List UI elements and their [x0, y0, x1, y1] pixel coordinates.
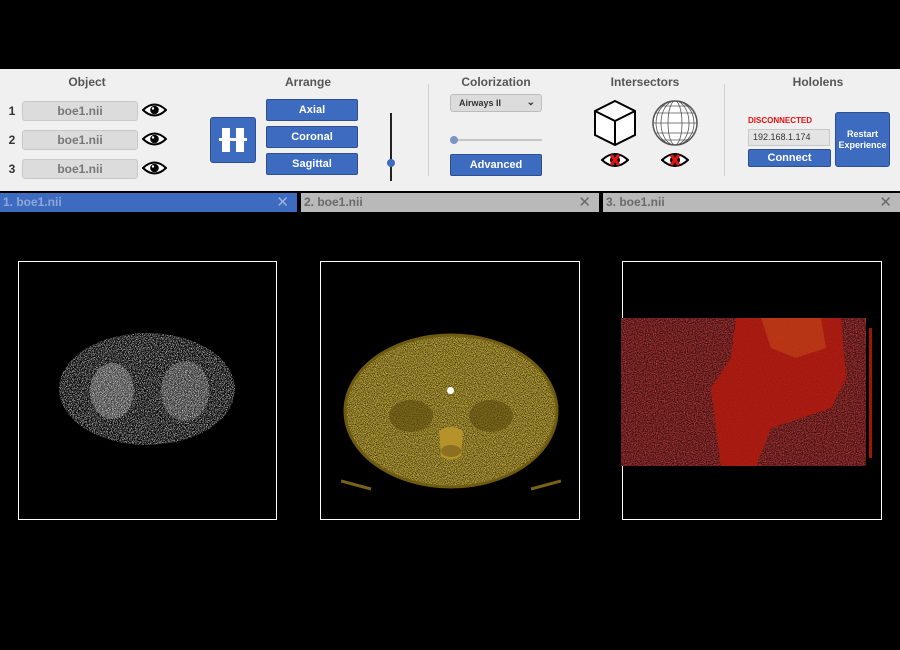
- close-icon[interactable]: ✕: [578, 193, 591, 212]
- section-divider: [724, 84, 725, 176]
- viewport-title: 3. boe1.nii: [606, 195, 665, 209]
- intersectors-section-title: Intersectors: [610, 75, 680, 89]
- viewport-2[interactable]: 2. boe1.nii ✕: [301, 193, 599, 567]
- object-name-field[interactable]: boe1.nii: [22, 101, 138, 121]
- sagittal-scan-image: [621, 318, 872, 466]
- restart-label-line2: Experience: [838, 140, 887, 150]
- eye-icon[interactable]: [142, 102, 167, 118]
- sagittal-button[interactable]: Sagittal: [266, 153, 358, 175]
- restart-label-line1: Restart: [846, 129, 878, 139]
- arrange-vertical-slider[interactable]: [387, 113, 395, 181]
- viewport-1[interactable]: 1. boe1.nii ✕: [0, 193, 297, 567]
- arrange-section-title: Arrange: [284, 75, 331, 89]
- slider-track: [390, 113, 392, 181]
- coronal-button[interactable]: Coronal: [266, 126, 358, 148]
- eye-hidden-icon[interactable]: [601, 151, 629, 169]
- chevron-down-icon: ⌄: [526, 97, 535, 108]
- eye-hidden-icon[interactable]: [661, 151, 689, 169]
- hololens-section-title: Hololens: [792, 75, 844, 89]
- close-icon[interactable]: ✕: [276, 193, 289, 212]
- object-name-field[interactable]: boe1.nii: [22, 159, 138, 179]
- eye-icon[interactable]: [142, 131, 167, 147]
- colorization-preset-value: Airways II: [459, 98, 502, 108]
- eye-icon[interactable]: [142, 160, 167, 176]
- close-icon[interactable]: ✕: [879, 193, 892, 212]
- object-row-number: 3: [8, 162, 16, 176]
- object-row-number: 2: [8, 133, 16, 147]
- object-section-title: Object: [68, 75, 106, 89]
- restart-experience-button[interactable]: Restart Experience: [835, 112, 890, 167]
- connection-status-label: DISCONNECTED: [748, 116, 813, 125]
- slider-handle[interactable]: [450, 136, 458, 144]
- slider-handle[interactable]: [387, 159, 395, 167]
- abdomen-scan-image: [341, 333, 561, 491]
- colorization-section-title: Colorization: [461, 75, 531, 89]
- slider-track: [450, 139, 542, 141]
- colorization-preset-select[interactable]: Airways II ⌄: [450, 94, 542, 112]
- object-name-field[interactable]: boe1.nii: [22, 130, 138, 150]
- ip-address-input[interactable]: 192.168.1.174: [748, 129, 830, 146]
- viewport-3[interactable]: 3. boe1.nii ✕: [603, 193, 900, 567]
- crosshair-point[interactable]: [447, 387, 454, 394]
- colorization-slider[interactable]: [450, 136, 542, 144]
- viewport-header: 2. boe1.nii ✕: [301, 193, 599, 212]
- viewport-header: 3. boe1.nii ✕: [603, 193, 900, 212]
- object-row-number: 1: [8, 104, 16, 118]
- viewport-header: 1. boe1.nii ✕: [0, 193, 297, 212]
- arrange-layout-button[interactable]: [210, 117, 256, 163]
- lung-scan-image: [59, 333, 235, 445]
- sphere-icon[interactable]: [651, 99, 699, 147]
- arrange-layout-icon: [219, 128, 247, 152]
- advanced-button[interactable]: Advanced: [450, 154, 542, 176]
- viewport-title: 2. boe1.nii: [304, 195, 363, 209]
- connect-button[interactable]: Connect: [748, 149, 831, 167]
- cube-icon[interactable]: [592, 99, 638, 147]
- axial-button[interactable]: Axial: [266, 99, 358, 121]
- toolbar: Object 1 boe1.nii 2 boe1.nii 3 boe1.nii …: [0, 69, 900, 191]
- viewport-title: 1. boe1.nii: [3, 195, 62, 209]
- section-divider: [428, 84, 429, 176]
